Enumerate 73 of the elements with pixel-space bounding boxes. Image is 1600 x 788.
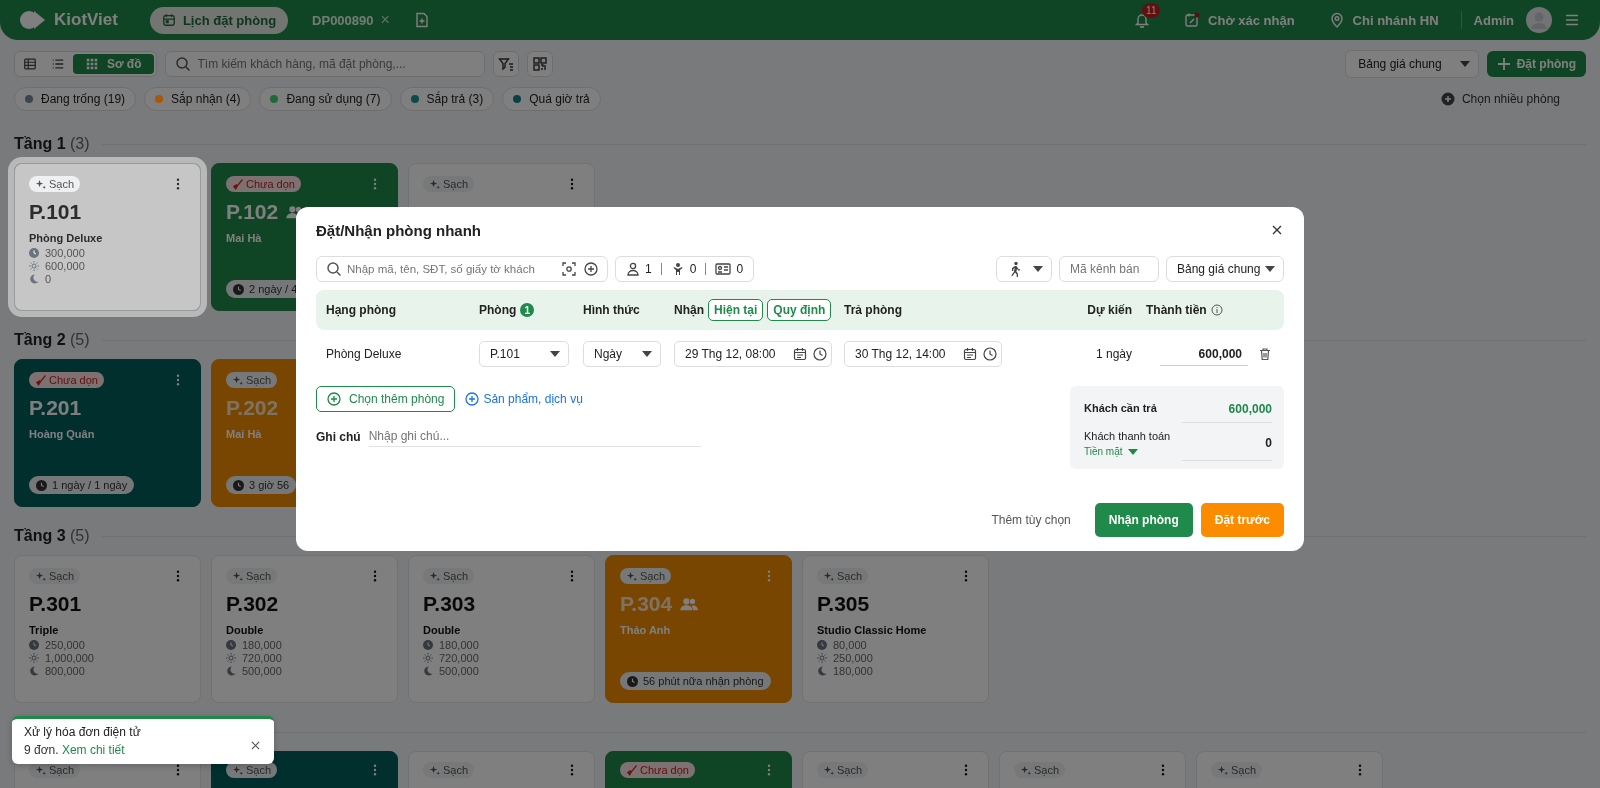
cleaning-status-badge: Sạch	[226, 372, 278, 388]
cleaning-status-badge: Sạch	[29, 176, 81, 192]
room-number: P.301	[29, 592, 82, 616]
room-subtitle: Mai Hà	[226, 232, 262, 244]
room-price: 80,000	[833, 639, 867, 651]
room-price: 250,000	[45, 639, 85, 651]
cleaning-status-badge: Sạch	[423, 762, 475, 778]
note-label: Ghi chú	[316, 429, 361, 444]
cleaning-status-badge: Sạch	[226, 568, 278, 584]
cleaning-status-badge: Sạch	[1014, 762, 1066, 778]
column-header: Hạng phòng	[326, 303, 396, 317]
cleaning-status-badge: Chưa dọn	[620, 762, 695, 778]
room-number: P.102	[226, 200, 279, 224]
toast-text: 9 đơn.	[24, 743, 59, 757]
room-number: P.101	[29, 200, 82, 224]
room-price: 720,000	[439, 652, 479, 664]
cleaning-status-badge: Sạch	[620, 568, 672, 584]
column-header: Dự kiến	[1087, 303, 1132, 317]
cleaning-status-badge: Sạch	[423, 568, 475, 584]
room-number: P.305	[817, 592, 870, 616]
cleaning-status-badge: Sạch	[423, 176, 475, 192]
floor-title: Tầng 3 (5)	[14, 527, 90, 545]
room-number: P.304	[620, 592, 673, 616]
stay-duration-pill: 56 phút nữa nhận phòng	[620, 672, 771, 690]
room-subtitle: Phòng Deluxe	[29, 232, 103, 244]
room-price: 0	[45, 273, 52, 285]
column-header: Nhận	[674, 303, 704, 317]
column-header: Phòng	[479, 303, 517, 317]
room-price: 180,000	[439, 639, 479, 651]
room-price: 500,000	[439, 665, 479, 677]
room-subtitle: Thảo Anh	[620, 624, 671, 636]
amount-due-label: Khách cần trả	[1084, 402, 1157, 416]
room-price: 720,000	[242, 652, 282, 664]
room-price: 180,000	[242, 639, 282, 651]
column-header: Thành tiền	[1146, 303, 1207, 317]
room-number: P.302	[226, 592, 279, 616]
notification-count: 11	[1142, 3, 1161, 18]
room-price: 250,000	[833, 652, 873, 664]
room-price: 180,000	[833, 665, 873, 677]
room-subtitle: Double	[423, 624, 461, 636]
room-number: P.201	[29, 396, 82, 420]
column-header: Trả phòng	[844, 303, 902, 317]
cleaning-status-badge: Chưa dọn	[29, 372, 104, 388]
toast-title: Xử lý hóa đơn điện tử	[24, 725, 142, 739]
room-price: 1,000,000	[45, 652, 94, 664]
logo-text: KiotViet	[54, 10, 118, 30]
room-price: 300,000	[45, 247, 85, 259]
dialog-title: Đặt/Nhận phòng nhanh	[316, 221, 481, 239]
room-number: P.202	[226, 396, 279, 420]
paid-label: Khách thanh toán	[1084, 430, 1171, 442]
room-price: 600,000	[45, 260, 85, 272]
stay-duration-pill: 1 ngày / 1 ngày	[29, 476, 135, 494]
cleaning-status-badge: Sạch	[817, 762, 869, 778]
room-price: 500,000	[242, 665, 282, 677]
amount-due-value: 600,000	[1182, 402, 1272, 423]
cleaning-status-badge: Sạch	[1211, 762, 1263, 778]
room-subtitle: Triple	[29, 624, 59, 636]
room-subtitle: Mai Hà	[226, 428, 262, 440]
duration-cell-text: 1 ngày	[1094, 347, 1133, 361]
room-price: 800,000	[45, 665, 85, 677]
column-header: Hình thức	[583, 303, 640, 317]
stay-duration-pill: 3 giờ 56	[226, 476, 297, 494]
room-count-badge: 1	[520, 303, 535, 317]
cleaning-status-badge: Chưa dọn	[226, 176, 301, 192]
cleaning-status-badge: Sạch	[817, 568, 869, 584]
room-type-cell-text: Phòng Deluxe	[326, 347, 403, 361]
room-subtitle: Double	[226, 624, 264, 636]
room-subtitle: Studio Classic Home	[817, 624, 927, 636]
room-subtitle: Hoàng Quân	[29, 428, 95, 440]
floor-title: Tầng 2 (5)	[14, 331, 90, 349]
cleaning-status-badge: Sạch	[29, 568, 81, 584]
room-number: P.303	[423, 592, 476, 616]
floor-title: Tầng 1 (3)	[14, 135, 90, 153]
